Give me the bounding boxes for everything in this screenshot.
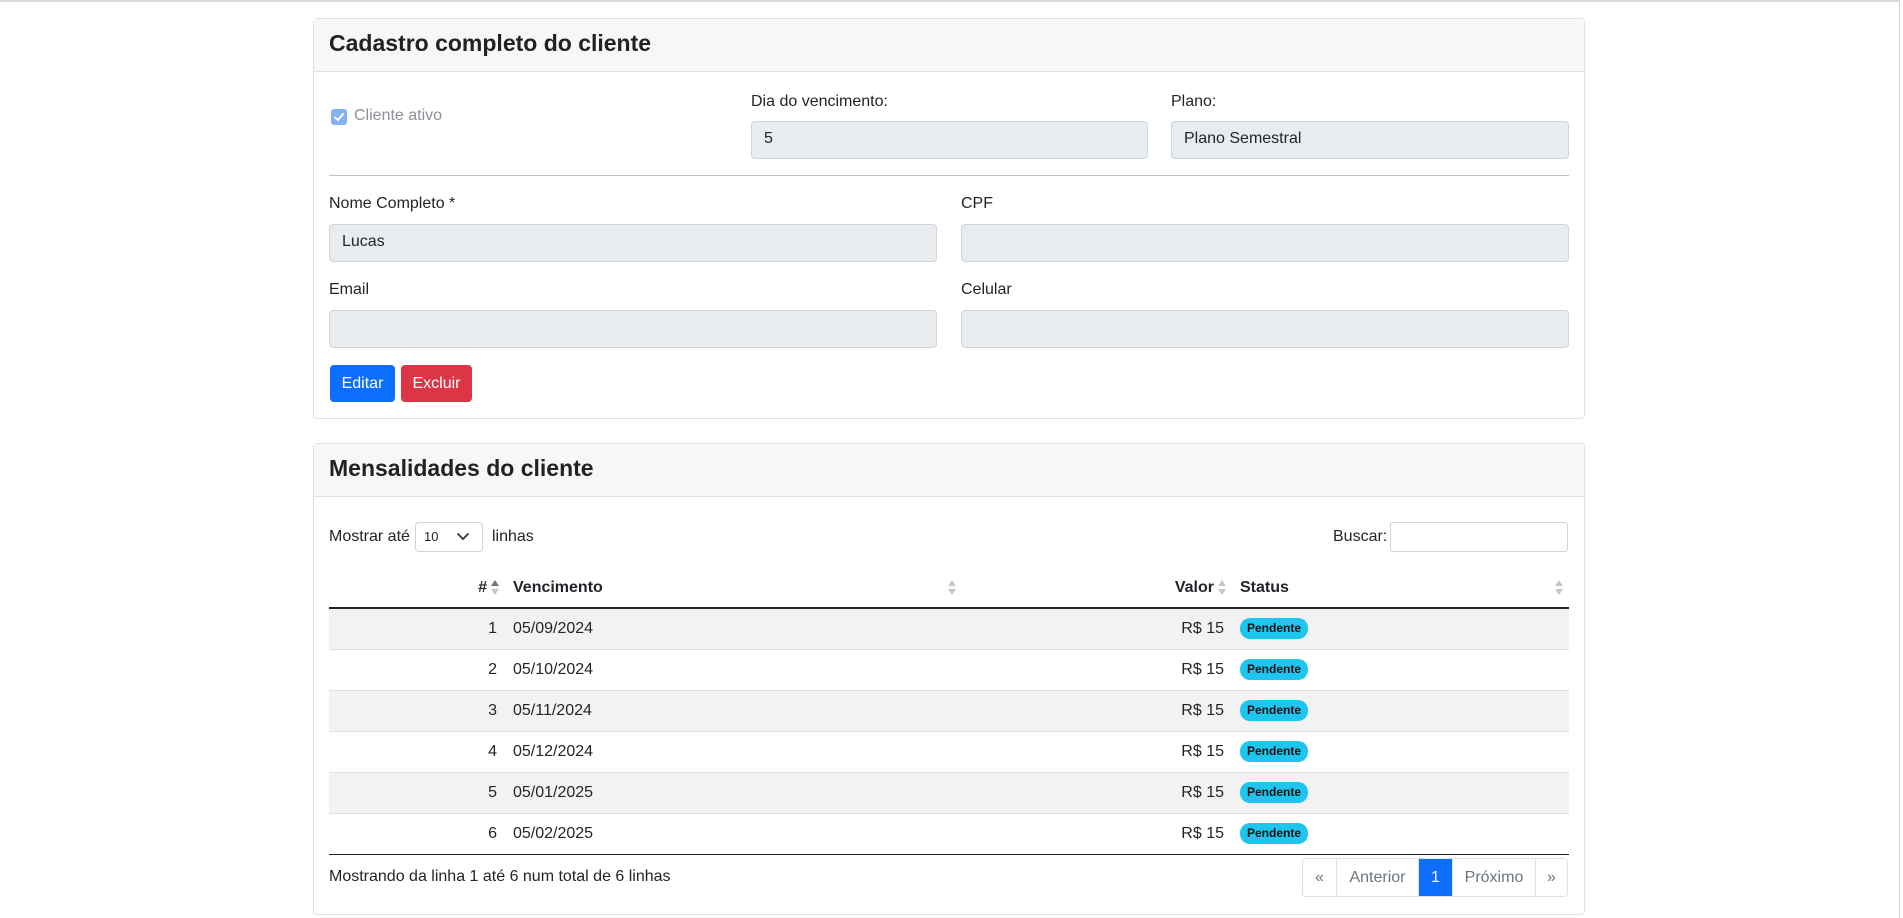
row-due-date: 05/09/2024 — [505, 608, 962, 650]
status-badge: Pendente — [1240, 741, 1309, 762]
status-badge: Pendente — [1240, 618, 1309, 640]
table-row: 5 05/01/2025 R$ 15 Pendente — [329, 772, 1569, 814]
sort-icon — [1555, 580, 1563, 596]
pagination-next[interactable]: Próximo — [1453, 859, 1536, 896]
plan-label: Plano: — [1171, 93, 1217, 110]
column-header-value[interactable]: Valor — [962, 568, 1232, 609]
email-label: Email — [329, 281, 370, 298]
sort-icon — [491, 580, 499, 596]
row-due-date: 05/01/2025 — [505, 772, 962, 814]
chevron-down-icon — [457, 533, 469, 540]
page-length-prefix: Mostrar até — [329, 528, 410, 545]
row-due-date: 05/11/2024 — [505, 690, 962, 732]
sort-icon — [948, 580, 956, 596]
row-value: R$ 15 — [962, 813, 1232, 855]
client-details-card: Cadastro completo do cliente Cliente ati… — [313, 18, 1585, 419]
payments-title: Mensalidades do cliente — [314, 444, 1584, 497]
row-status: Pendente — [1232, 649, 1569, 691]
table-header-row: # Vencimento Valor Status — [329, 568, 1569, 609]
page-length-value: 10 — [424, 529, 439, 544]
due-day-label: Dia do vencimento: — [751, 93, 888, 110]
table-row: 6 05/02/2025 R$ 15 Pendente — [329, 813, 1569, 855]
search-input[interactable] — [1390, 522, 1568, 552]
table-info: Mostrando da linha 1 até 6 num total de … — [329, 868, 671, 885]
row-value: R$ 15 — [962, 608, 1232, 650]
edit-button[interactable]: Editar — [330, 365, 395, 402]
active-checkbox[interactable] — [331, 109, 347, 125]
column-header-number[interactable]: # — [329, 568, 505, 609]
pagination: « Anterior 1 Próximo » — [1302, 858, 1568, 897]
pagination-previous[interactable]: Anterior — [1337, 859, 1419, 896]
column-header-label: Vencimento — [513, 578, 603, 596]
table-row: 4 05/12/2024 R$ 15 Pendente — [329, 731, 1569, 773]
cpf-field[interactable] — [961, 224, 1569, 262]
name-label: Nome Completo * — [329, 195, 456, 212]
page-length-suffix: linhas — [492, 528, 534, 545]
row-value: R$ 15 — [962, 772, 1232, 814]
status-badge: Pendente — [1240, 700, 1309, 721]
column-header-due[interactable]: Vencimento — [505, 568, 962, 609]
table-row: 1 05/09/2024 R$ 15 Pendente — [329, 608, 1569, 650]
row-status: Pendente — [1232, 731, 1569, 773]
sort-icon — [1218, 580, 1226, 596]
plan-field[interactable]: Plano Semestral — [1171, 121, 1569, 159]
row-number: 6 — [329, 813, 505, 855]
status-badge: Pendente — [1240, 823, 1309, 844]
pagination-last[interactable]: » — [1536, 859, 1567, 896]
row-status: Pendente — [1232, 813, 1569, 855]
table-row: 2 05/10/2024 R$ 15 Pendente — [329, 649, 1569, 691]
row-value: R$ 15 — [962, 731, 1232, 773]
table-row: 3 05/11/2024 R$ 15 Pendente — [329, 690, 1569, 732]
phone-field[interactable] — [961, 310, 1569, 348]
payments-card: Mensalidades do cliente Mostrar até 10 l… — [313, 443, 1585, 915]
row-status: Pendente — [1232, 690, 1569, 732]
row-number: 3 — [329, 690, 505, 732]
row-due-date: 05/12/2024 — [505, 731, 962, 773]
row-value: R$ 15 — [962, 690, 1232, 732]
due-day-field[interactable]: 5 — [751, 121, 1148, 159]
column-header-status[interactable]: Status — [1232, 568, 1569, 609]
cpf-label: CPF — [961, 195, 993, 212]
column-header-label: Valor — [1174, 578, 1214, 596]
status-badge: Pendente — [1240, 782, 1309, 803]
row-number: 2 — [329, 649, 505, 691]
payments-table: # Vencimento Valor Status 1 05/09/2024 R… — [329, 568, 1569, 855]
active-label: Cliente ativo — [354, 107, 443, 124]
row-number: 4 — [329, 731, 505, 773]
row-number: 5 — [329, 772, 505, 814]
client-details-title: Cadastro completo do cliente — [314, 19, 1584, 72]
phone-label: Celular — [961, 281, 1012, 298]
pagination-first[interactable]: « — [1303, 859, 1337, 896]
delete-button[interactable]: Excluir — [401, 365, 472, 402]
row-status: Pendente — [1232, 608, 1569, 650]
search-label: Buscar: — [1333, 528, 1388, 545]
scrollbar[interactable] — [1899, 0, 1903, 918]
column-header-label: Status — [1240, 578, 1289, 596]
row-due-date: 05/10/2024 — [505, 649, 962, 691]
row-status: Pendente — [1232, 772, 1569, 814]
status-badge: Pendente — [1240, 659, 1309, 680]
section-divider — [329, 175, 1569, 176]
pagination-page-1[interactable]: 1 — [1419, 859, 1453, 896]
top-border — [0, 0, 1903, 2]
row-due-date: 05/02/2025 — [505, 813, 962, 855]
email-field[interactable] — [329, 310, 937, 348]
row-value: R$ 15 — [962, 649, 1232, 691]
name-field[interactable]: Lucas — [329, 224, 937, 262]
page-length-select[interactable]: 10 — [415, 522, 483, 552]
row-number: 1 — [329, 608, 505, 650]
check-icon — [334, 113, 344, 121]
